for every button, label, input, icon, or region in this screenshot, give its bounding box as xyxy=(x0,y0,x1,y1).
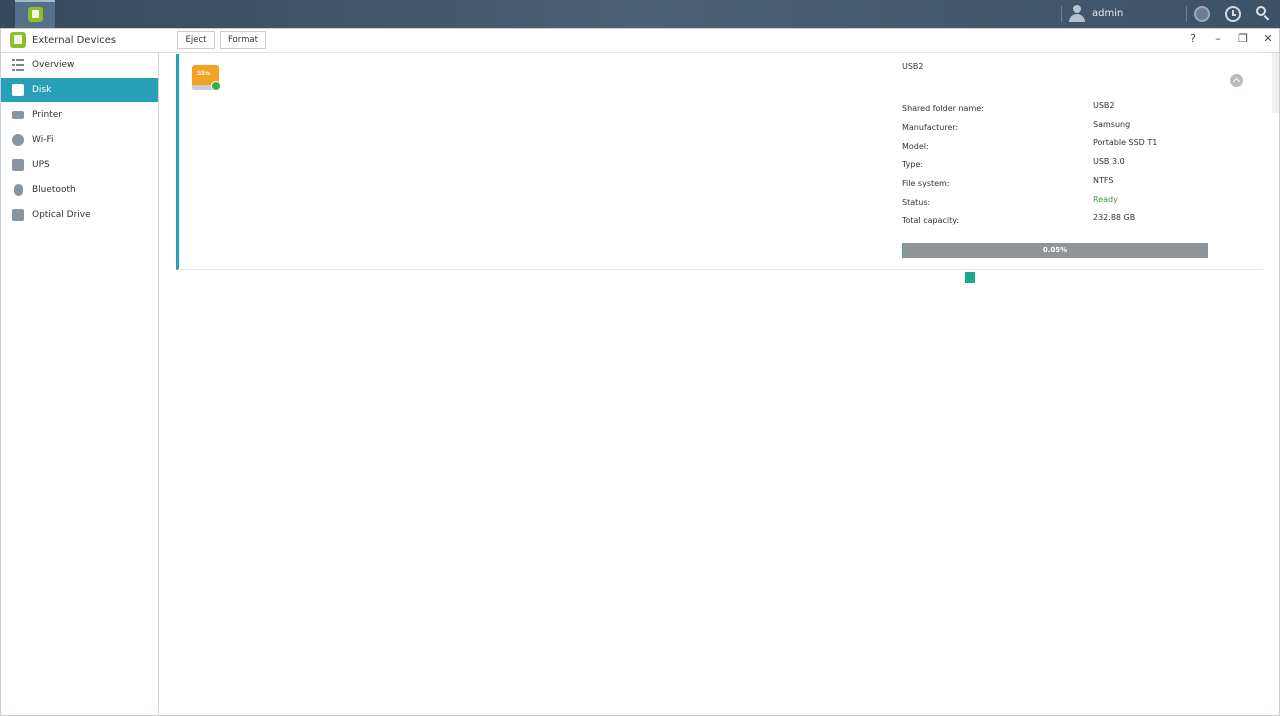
minimize-button[interactable]: – xyxy=(1211,32,1225,46)
ups-icon xyxy=(12,159,24,171)
taskbar: admin xyxy=(0,0,1280,28)
sidebar: Overview Disk Printer Wi-Fi UPS Bluetoot… xyxy=(1,53,159,715)
sidebar-item-label: Printer xyxy=(32,110,62,120)
search-icon[interactable] xyxy=(1256,6,1270,21)
field-value: 232.88 GB xyxy=(1093,213,1136,222)
sidebar-item-printer[interactable]: Printer xyxy=(1,103,158,127)
disk-icon xyxy=(12,84,24,96)
field-label: Model: xyxy=(902,142,929,151)
clock-icon[interactable] xyxy=(1225,6,1241,22)
collapse-button[interactable] xyxy=(1230,74,1243,87)
sidebar-item-label: Wi-Fi xyxy=(32,135,54,145)
device-name: USB2 xyxy=(902,62,924,71)
field-label: Manufacturer: xyxy=(902,123,959,132)
divider xyxy=(177,52,1263,53)
capacity-usage-bar: 0.05% xyxy=(902,243,1208,258)
field-value: Samsung xyxy=(1093,120,1131,129)
list-icon xyxy=(12,59,24,71)
sidebar-item-label: Overview xyxy=(32,60,75,70)
external-devices-app-tab[interactable] xyxy=(15,0,55,28)
sidebar-item-label: Disk xyxy=(32,85,52,95)
sidebar-item-optical-drive[interactable]: Optical Drive xyxy=(1,203,158,227)
field-value: USB2 xyxy=(1093,101,1115,110)
field-value: NTFS xyxy=(1093,176,1114,185)
taskbar-divider xyxy=(1061,6,1062,22)
field-label: Type: xyxy=(902,160,924,169)
status-value: Ready xyxy=(1093,195,1118,204)
format-button[interactable]: Format xyxy=(220,31,266,49)
sidebar-item-label: Optical Drive xyxy=(32,210,91,220)
sidebar-item-label: Bluetooth xyxy=(32,185,76,195)
external-devices-app-icon xyxy=(28,7,43,22)
bluetooth-icon xyxy=(14,184,23,196)
notification-icon[interactable] xyxy=(1194,6,1210,22)
field-label: Shared folder name: xyxy=(902,104,984,113)
field-label: Status: xyxy=(902,198,931,207)
field-label: File system: xyxy=(902,179,950,188)
external-devices-app-icon xyxy=(10,32,26,48)
content-scrollbar[interactable] xyxy=(1272,53,1279,113)
field-value: USB 3.0 xyxy=(1093,157,1125,166)
user-icon[interactable] xyxy=(1069,5,1085,22)
taskbar-divider xyxy=(1186,6,1187,22)
field-label: Total capacity: xyxy=(902,216,960,225)
sidebar-item-label: UPS xyxy=(32,160,50,170)
sidebar-item-disk[interactable]: Disk xyxy=(1,78,158,102)
username-label[interactable]: admin xyxy=(1092,8,1123,19)
window-title: External Devices xyxy=(32,35,117,46)
wifi-icon xyxy=(12,134,24,146)
restore-button[interactable]: ❐ xyxy=(1236,32,1250,46)
field-value: Portable SSD T1 xyxy=(1093,138,1158,147)
usb-drive-icon: SS⇆ xyxy=(192,63,222,93)
eject-button[interactable]: Eject xyxy=(177,31,215,49)
sidebar-item-overview[interactable]: Overview xyxy=(1,53,158,77)
sidebar-item-bluetooth[interactable]: Bluetooth xyxy=(1,178,158,202)
printer-icon xyxy=(12,111,24,119)
close-button[interactable]: ✕ xyxy=(1261,32,1275,46)
help-button[interactable]: ? xyxy=(1186,32,1200,46)
used-space-legend-swatch xyxy=(965,272,975,283)
optical-drive-icon xyxy=(12,209,24,221)
sidebar-item-wifi[interactable]: Wi-Fi xyxy=(1,128,158,152)
capacity-usage-text: 0.05% xyxy=(1042,246,1068,254)
sidebar-item-ups[interactable]: UPS xyxy=(1,153,158,177)
